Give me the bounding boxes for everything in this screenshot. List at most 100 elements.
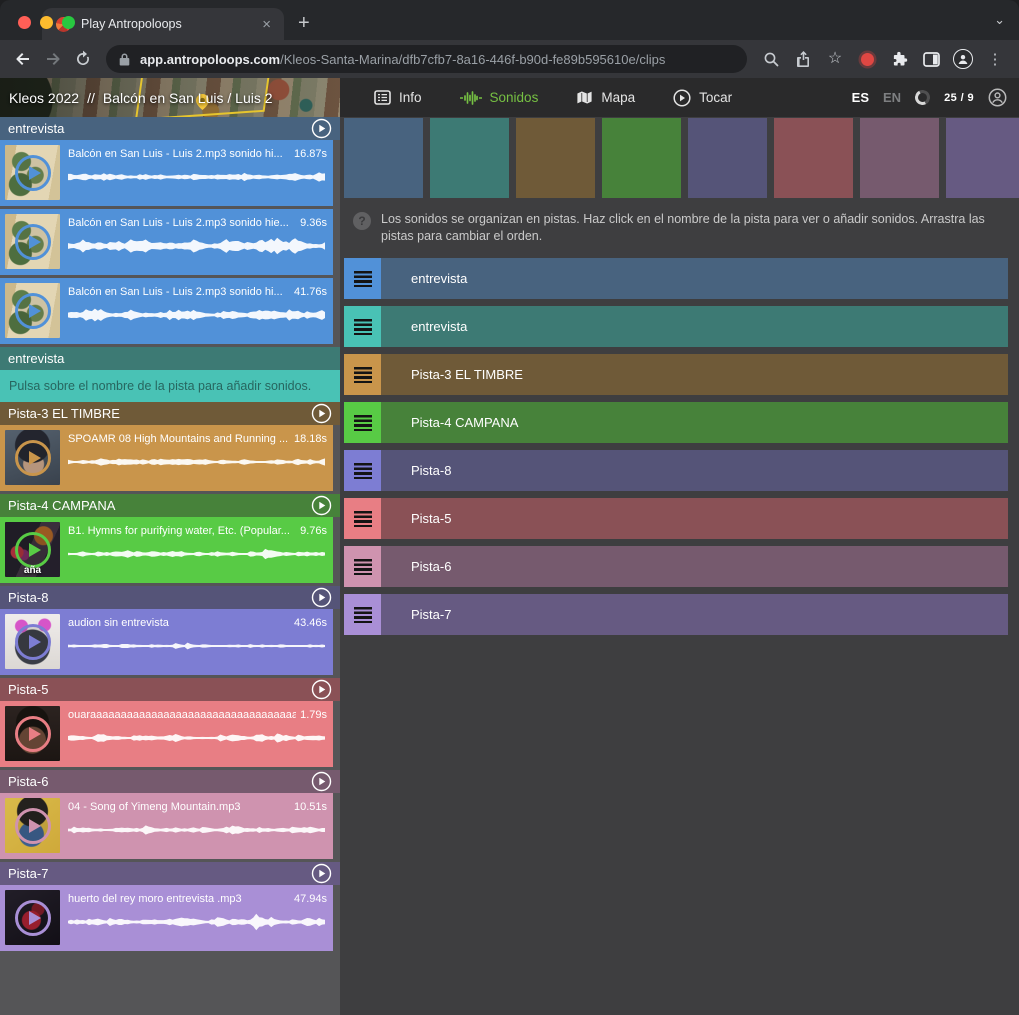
clip-waveform[interactable]	[68, 818, 327, 842]
audio-clip[interactable]: huerto del rey moro entrevista .mp347.94…	[0, 885, 333, 951]
forward-button[interactable]	[40, 46, 66, 72]
clip-waveform[interactable]	[68, 910, 327, 934]
clip-waveform[interactable]	[68, 726, 327, 750]
track-row-label[interactable]: Pista-5	[411, 511, 451, 526]
minimize-window-button[interactable]	[40, 16, 53, 29]
reload-button[interactable]	[70, 46, 96, 72]
color-swatch[interactable]	[946, 118, 1019, 198]
audio-clip[interactable]: ouaraaaaaaaaaaaaaaaaaaaaaaaaaaaaaaaaaaa.…	[0, 701, 333, 767]
color-swatch[interactable]	[516, 118, 595, 198]
track-header[interactable]: Pista-8	[0, 586, 340, 609]
side-panel-icon[interactable]	[917, 46, 945, 72]
color-swatch[interactable]	[774, 118, 853, 198]
clip-waveform[interactable]	[68, 234, 327, 258]
clip-play-icon[interactable]	[15, 440, 51, 476]
track-row-label[interactable]: entrevista	[411, 271, 467, 286]
drag-handle[interactable]	[344, 594, 381, 635]
back-button[interactable]	[10, 46, 36, 72]
track-row[interactable]: Pista-5	[344, 498, 1008, 539]
audio-clip[interactable]: audion sin entrevista43.46s	[0, 609, 333, 675]
play-all-icon[interactable]	[311, 771, 332, 792]
lang-en-button[interactable]: EN	[883, 90, 901, 105]
track-header[interactable]: entrevista	[0, 117, 340, 140]
zoom-window-button[interactable]	[62, 16, 75, 29]
clip-play-icon[interactable]	[15, 293, 51, 329]
clip-waveform[interactable]	[68, 165, 327, 189]
address-bar[interactable]: app.antropoloops.com/Kleos-Santa-Marina/…	[106, 45, 747, 73]
clip-thumbnail[interactable]	[5, 798, 60, 853]
color-swatch[interactable]	[688, 118, 767, 198]
track-header[interactable]: Pista-4 CAMPANA	[0, 494, 340, 517]
tab-close-icon[interactable]: ×	[259, 16, 274, 33]
track-header[interactable]: Pista-6	[0, 770, 340, 793]
clip-play-icon[interactable]	[15, 624, 51, 660]
track-row[interactable]: Pista-3 EL TIMBRE	[344, 354, 1008, 395]
clip-waveform[interactable]	[68, 542, 327, 566]
drag-handle[interactable]	[344, 450, 381, 491]
track-row[interactable]: entrevista	[344, 306, 1008, 347]
play-all-icon[interactable]	[311, 587, 332, 608]
clip-thumbnail[interactable]	[5, 890, 60, 945]
clip-waveform[interactable]	[68, 634, 327, 658]
play-all-icon[interactable]	[311, 118, 332, 139]
track-header[interactable]: Pista-7	[0, 862, 340, 885]
audio-clip[interactable]: Balcón en San Luis - Luis 2.mp3 sonido h…	[0, 278, 333, 344]
track-row[interactable]: Pista-7	[344, 594, 1008, 635]
play-all-icon[interactable]	[311, 679, 332, 700]
track-row-label[interactable]: Pista-3 EL TIMBRE	[411, 367, 523, 382]
clip-play-icon[interactable]	[15, 532, 51, 568]
clip-play-icon[interactable]	[15, 900, 51, 936]
audio-clip[interactable]: SPOAMR 08 High Mountains and Running ...…	[0, 425, 333, 491]
bookmark-star-icon[interactable]: ☆	[821, 46, 849, 72]
clip-thumbnail[interactable]	[5, 430, 60, 485]
clip-thumbnail[interactable]	[5, 706, 60, 761]
audio-clip[interactable]: Balcón en San Luis - Luis 2.mp3 sonido h…	[0, 140, 333, 206]
color-swatch[interactable]	[344, 118, 423, 198]
clip-thumbnail[interactable]	[5, 145, 60, 200]
nav-tab-sonidos[interactable]: Sonidos	[446, 78, 553, 117]
play-all-icon[interactable]	[311, 403, 332, 424]
track-row-label[interactable]: Pista-4 CAMPANA	[411, 415, 518, 430]
nav-tab-mapa[interactable]: Mapa	[562, 78, 649, 117]
play-all-icon[interactable]	[311, 495, 332, 516]
audio-clip[interactable]: aña B1. Hymns for purifying water, Etc. …	[0, 517, 333, 583]
color-swatch[interactable]	[860, 118, 939, 198]
color-swatch[interactable]	[602, 118, 681, 198]
new-tab-button[interactable]: +	[298, 12, 310, 35]
track-row[interactable]: Pista-4 CAMPANA	[344, 402, 1008, 443]
breadcrumb-project[interactable]: Kleos 2022	[9, 90, 79, 106]
clip-waveform[interactable]	[68, 303, 327, 327]
play-all-icon[interactable]	[311, 863, 332, 884]
clip-thumbnail[interactable]: aña	[5, 522, 60, 577]
drag-handle[interactable]	[344, 306, 381, 347]
track-row-label[interactable]: Pista-8	[411, 463, 451, 478]
tab-search-chevron-icon[interactable]: ⌄	[994, 12, 1005, 28]
account-icon[interactable]	[988, 88, 1007, 107]
clip-play-icon[interactable]	[15, 155, 51, 191]
clip-play-icon[interactable]	[15, 716, 51, 752]
breadcrumb-map-thumbnail[interactable]: Kleos 2022 // Balcón en San Luis / Luis …	[0, 78, 340, 117]
track-row-label[interactable]: Pista-7	[411, 607, 451, 622]
track-row[interactable]: entrevista	[344, 258, 1008, 299]
clip-play-icon[interactable]	[15, 808, 51, 844]
track-row[interactable]: Pista-8	[344, 450, 1008, 491]
drag-handle[interactable]	[344, 498, 381, 539]
track-header[interactable]: Pista-5	[0, 678, 340, 701]
nav-tab-tocar[interactable]: Tocar	[659, 78, 746, 117]
nav-tab-info[interactable]: Info	[360, 78, 436, 117]
extensions-puzzle-icon[interactable]	[885, 46, 913, 72]
color-swatch[interactable]	[430, 118, 509, 198]
recording-extension-icon[interactable]	[853, 46, 881, 72]
clip-thumbnail[interactable]	[5, 283, 60, 338]
audio-clip[interactable]: 04 - Song of Yimeng Mountain.mp310.51s	[0, 793, 333, 859]
chrome-menu-icon[interactable]: ⋮	[981, 46, 1009, 72]
track-row[interactable]: Pista-6	[344, 546, 1008, 587]
browser-tab[interactable]: Play Antropoloops ×	[42, 8, 284, 40]
clip-thumbnail[interactable]	[5, 614, 60, 669]
audio-clip[interactable]: Balcón en San Luis - Luis 2.mp3 sonido h…	[0, 209, 333, 275]
track-row-label[interactable]: entrevista	[411, 319, 467, 334]
track-header[interactable]: Pista-3 EL TIMBRE	[0, 402, 340, 425]
clip-thumbnail[interactable]	[5, 214, 60, 269]
lang-es-button[interactable]: ES	[852, 90, 869, 105]
drag-handle[interactable]	[344, 546, 381, 587]
